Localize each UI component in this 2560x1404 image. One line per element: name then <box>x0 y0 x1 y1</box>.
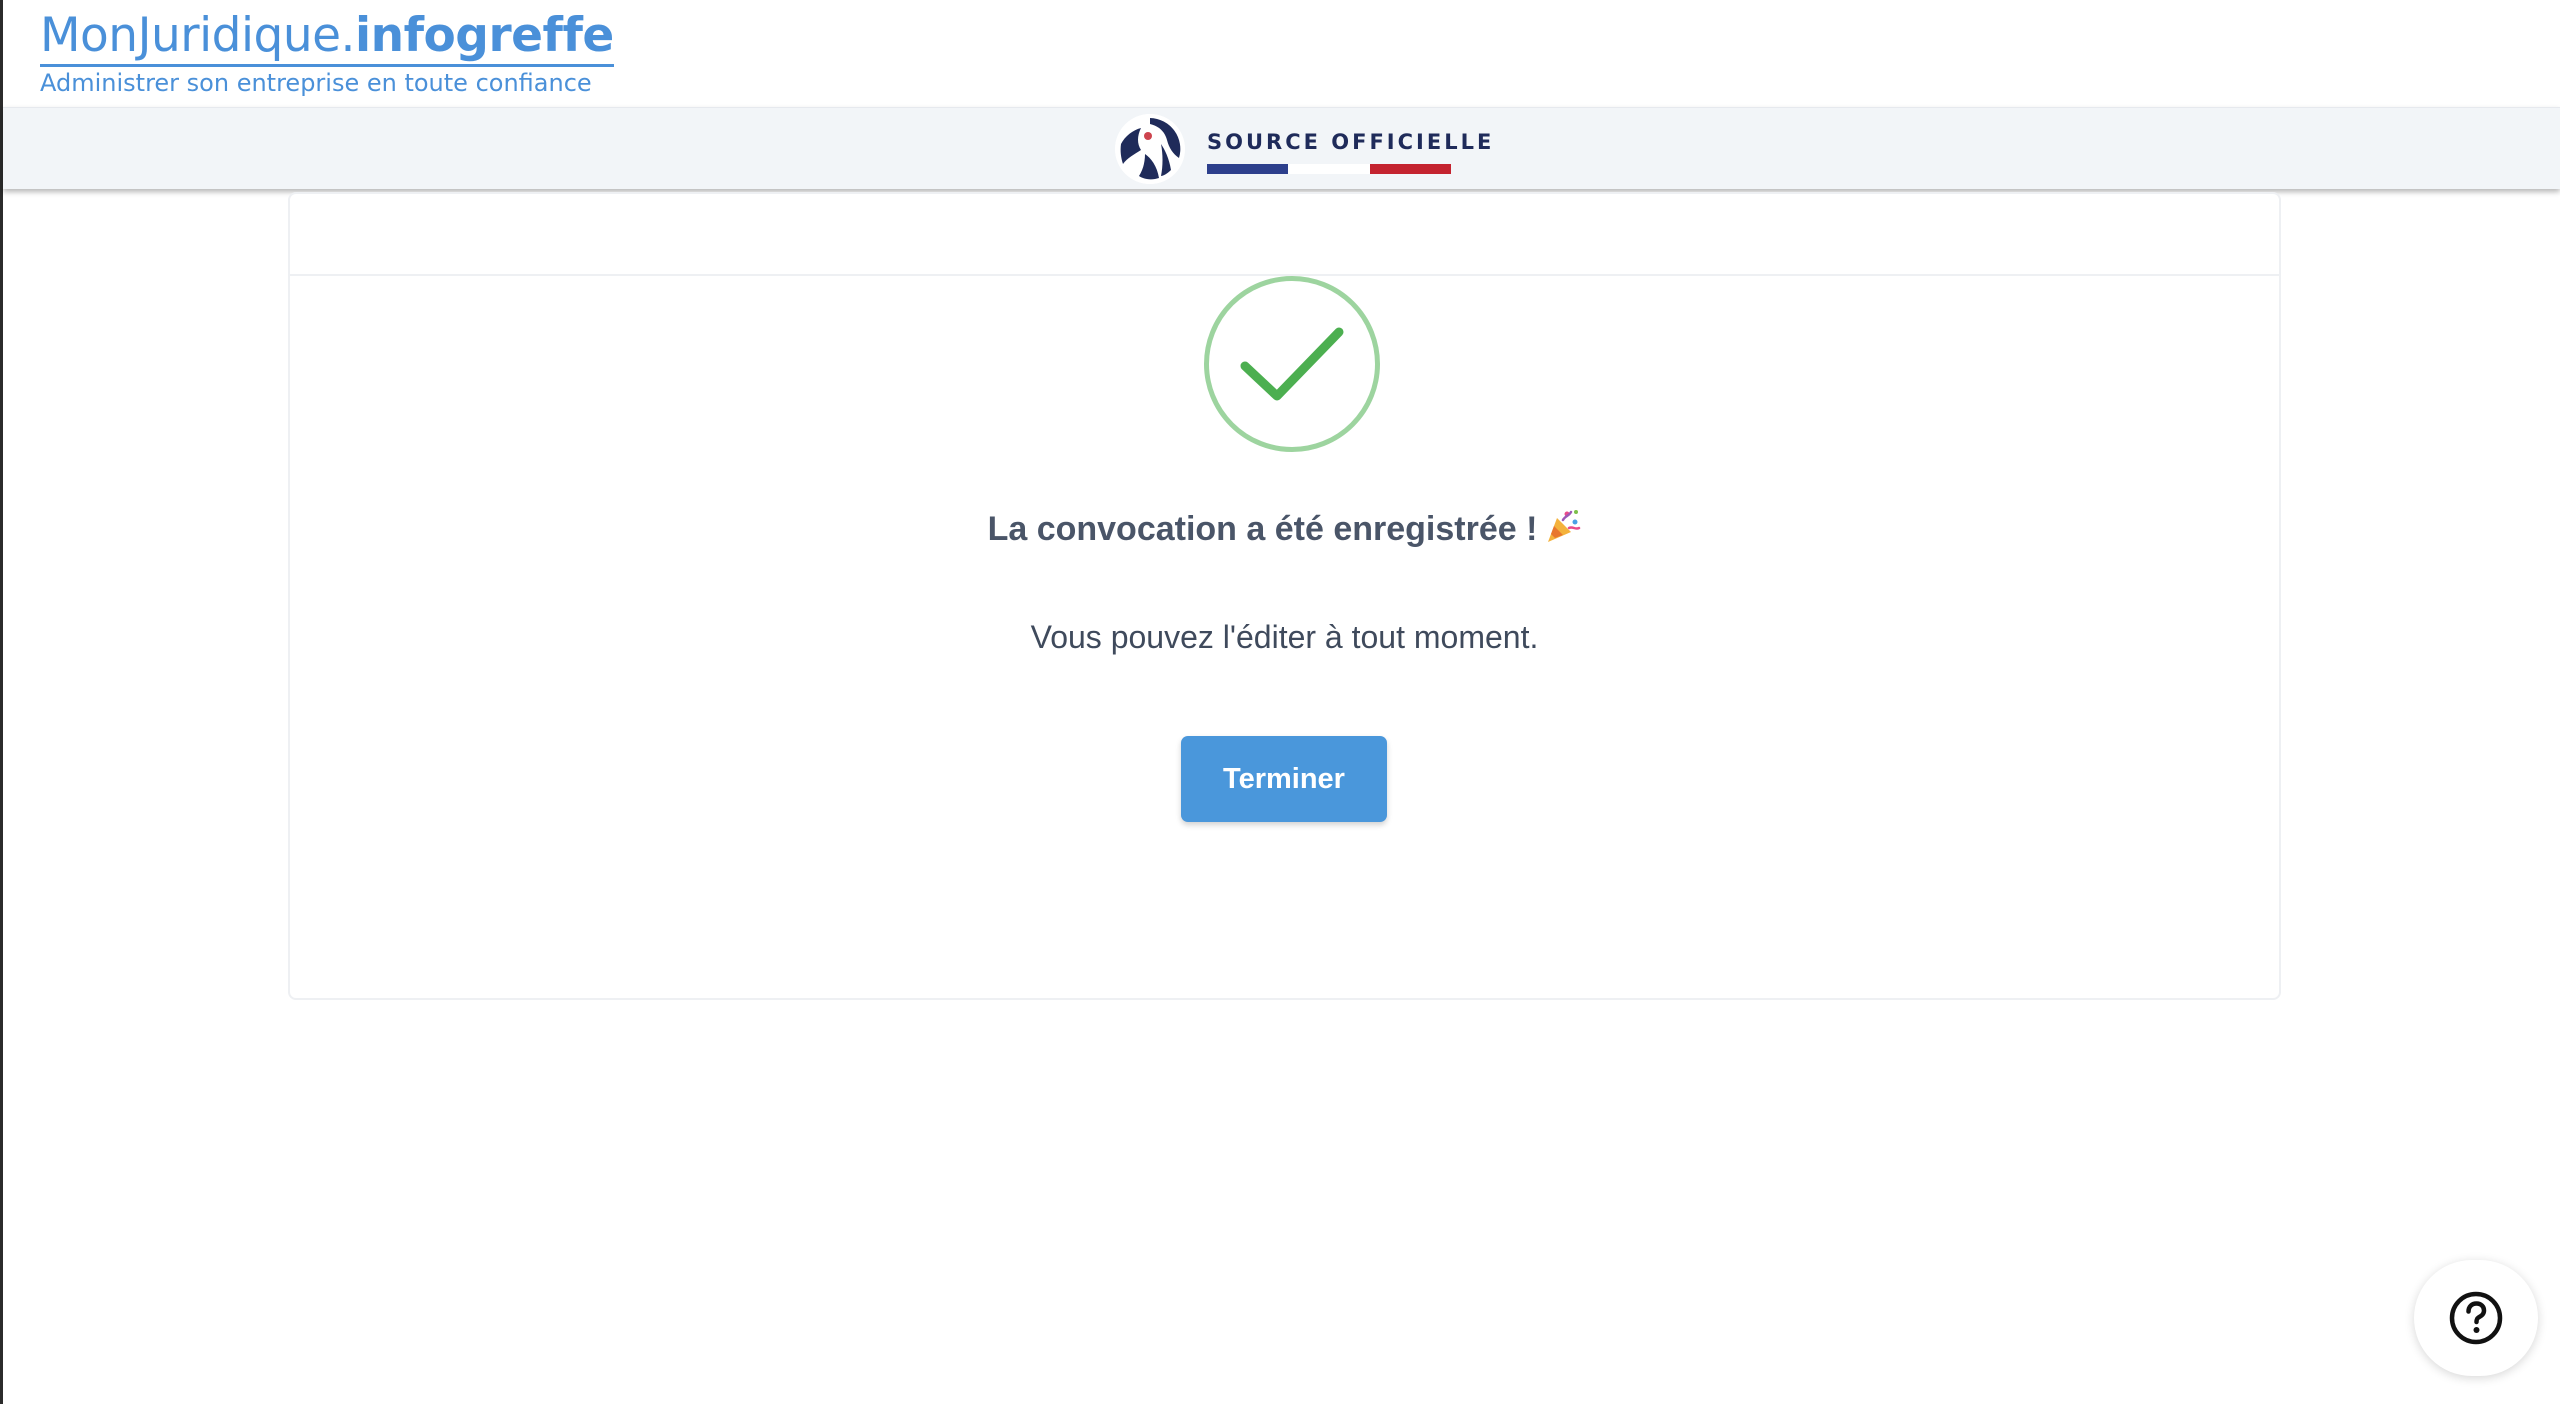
brand-name: MonJuridique.infogreffe <box>40 8 614 67</box>
official-source-bar: SOURCE OFFICIELLE <box>3 107 2560 189</box>
confirmation-title-text: La convocation a été enregistrée ! <box>987 510 1538 548</box>
brand-logo-link[interactable]: MonJuridique.infogreffe Administrer son … <box>40 8 614 98</box>
official-source-badge: SOURCE OFFICIELLE <box>1115 108 1494 189</box>
brand-name-part2: infogreffe <box>355 8 614 63</box>
flag-blue-stripe <box>1207 163 1289 174</box>
party-popper-icon <box>1545 508 1581 553</box>
brand-tagline: Administrer son entreprise en toute conf… <box>40 69 592 97</box>
confirmation-title: La convocation a été enregistrée ! <box>290 508 2279 553</box>
french-flag-stripe <box>1207 163 1451 174</box>
finish-button[interactable]: Terminer <box>1181 736 1387 822</box>
marianne-seal-icon <box>1115 113 1185 184</box>
success-check-icon <box>1204 276 1380 452</box>
confirmation-card: La convocation a été enregistrée ! Vous … <box>288 192 2281 1000</box>
brand-name-part1: MonJuridique. <box>40 8 356 63</box>
help-button[interactable] <box>2414 1260 2538 1376</box>
official-source-label: SOURCE OFFICIELLE <box>1207 129 1495 154</box>
flag-red-stripe <box>1369 163 1451 174</box>
question-circle-icon <box>2449 1291 2503 1345</box>
card-header <box>290 194 2279 276</box>
official-source-label-block: SOURCE OFFICIELLE <box>1207 124 1494 174</box>
confirmation-message: Vous pouvez l'éditer à tout moment. <box>1030 619 1539 655</box>
flag-white-stripe <box>1288 163 1370 174</box>
